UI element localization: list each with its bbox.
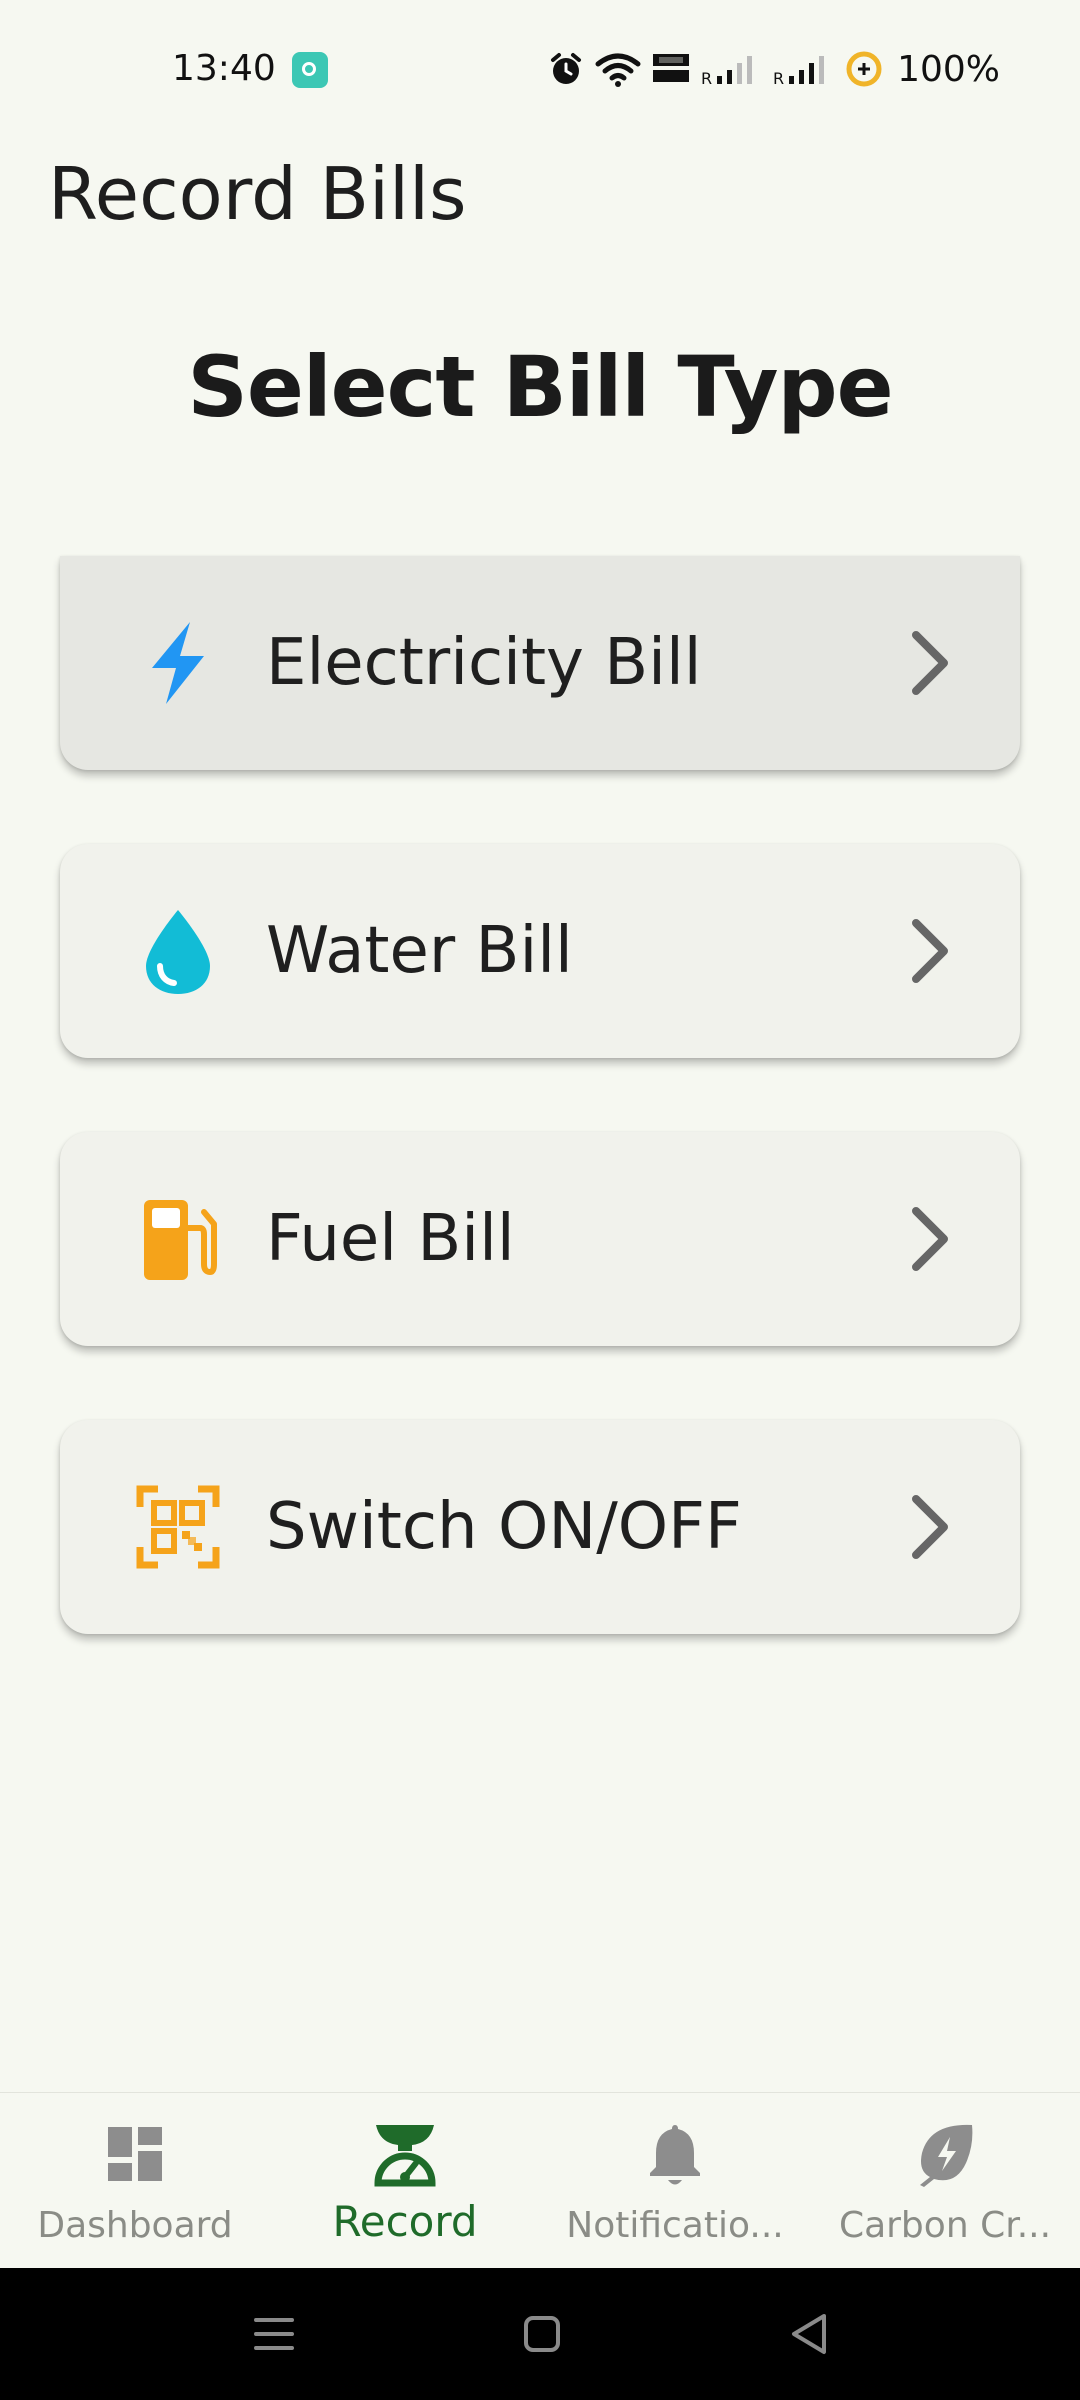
system-navigation-bar [0, 2268, 1080, 2400]
bell-icon [650, 2125, 700, 2185]
carbon-leaf-icon [920, 2124, 973, 2187]
lightning-icon [128, 613, 228, 713]
nav-notifications-label: Notificatio... [566, 2205, 784, 2246]
nav-record-label: Record [332, 2197, 478, 2246]
page-title: Record Bills [48, 152, 467, 236]
status-bar: 13:40 R R 100% [0, 0, 1080, 130]
nav-record[interactable]: Record [270, 2093, 540, 2269]
battery-percentage: 100% [897, 48, 1000, 90]
wifi-icon [595, 53, 641, 87]
switch-on-off-button[interactable]: Switch ON/OFF [60, 1420, 1020, 1634]
svg-text:R: R [773, 69, 784, 88]
nav-carbon-credits[interactable]: Carbon Cr... [810, 2093, 1080, 2269]
water-bill-label: Water Bill [266, 914, 573, 988]
nav-dashboard-label: Dashboard [37, 2205, 233, 2246]
home-icon[interactable] [512, 2304, 572, 2364]
fuel-bill-label: Fuel Bill [266, 1202, 515, 1276]
scale-icon [374, 2125, 436, 2187]
fuel-bill-button[interactable]: Fuel Bill [60, 1132, 1020, 1346]
chevron-right-icon [912, 1207, 948, 1271]
chevron-right-icon [912, 631, 948, 695]
electricity-bill-button[interactable]: Electricity Bill [60, 556, 1020, 770]
chevron-right-icon [912, 919, 948, 983]
switch-on-off-label: Switch ON/OFF [266, 1490, 742, 1564]
recents-menu-icon[interactable] [244, 2304, 304, 2364]
dashboard-icon [108, 2127, 162, 2181]
water-bill-button[interactable]: Water Bill [60, 844, 1020, 1058]
back-icon[interactable] [780, 2304, 840, 2364]
bottom-navigation: Dashboard Record Notificatio... Carbon C… [0, 2092, 1080, 2269]
notification-app-icon [292, 52, 328, 88]
nav-notifications[interactable]: Notificatio... [540, 2093, 810, 2269]
electricity-bill-label: Electricity Bill [266, 626, 702, 700]
status-icons: R R 100% [547, 44, 1000, 94]
nav-carbon-credits-label: Carbon Cr... [838, 2205, 1052, 2246]
chevron-right-icon [912, 1495, 948, 1559]
qr-scan-icon [128, 1477, 228, 1577]
battery-saver-icon [846, 51, 882, 87]
water-drop-icon [128, 901, 228, 1001]
volte-icon [653, 54, 690, 82]
section-title: Select Bill Type [187, 338, 893, 436]
signal-2-icon: R [773, 56, 825, 88]
fuel-pump-icon [128, 1189, 228, 1289]
status-time: 13:40 [172, 48, 276, 89]
svg-text:R: R [701, 69, 712, 88]
signal-1-icon: R [701, 56, 753, 88]
alarm-icon [551, 53, 582, 84]
nav-dashboard[interactable]: Dashboard [0, 2093, 270, 2269]
